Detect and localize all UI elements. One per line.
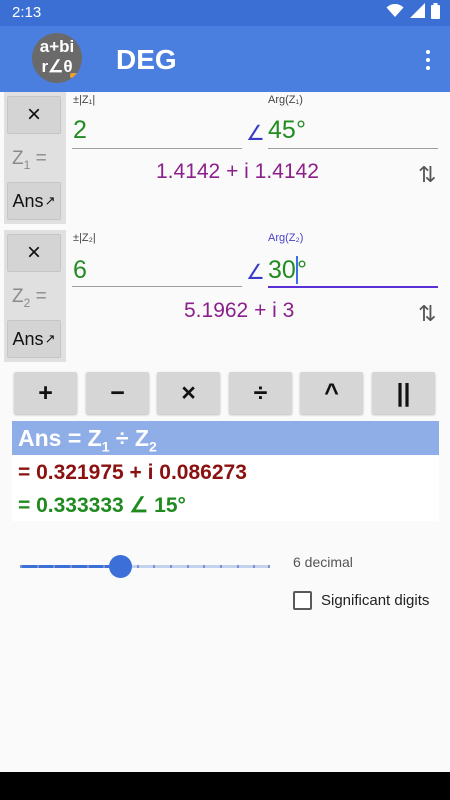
z2-arg-input[interactable]: 30 xyxy=(268,256,296,285)
slider-tick xyxy=(203,565,205,568)
z1-swap-icon[interactable]: ⇅ xyxy=(418,162,436,188)
z1-ans-button[interactable]: Ans ↗ xyxy=(7,182,61,220)
answer-polar: = 0.333333 ∠ 15° xyxy=(18,494,186,517)
angle-mode-title[interactable]: DEG xyxy=(116,44,177,76)
slider-tick xyxy=(53,565,55,568)
z2-modulus-input[interactable]: 6 xyxy=(73,256,87,285)
slider-tick xyxy=(137,565,139,568)
significant-digits-label: Significant digits xyxy=(321,591,430,609)
slider-tick xyxy=(237,565,239,568)
z2-clear-button[interactable]: × xyxy=(7,234,61,272)
logo-accent xyxy=(70,73,82,78)
slider-tick xyxy=(253,565,255,568)
z2-swap-icon[interactable]: ⇅ xyxy=(418,301,436,327)
status-icons xyxy=(386,2,440,24)
z2-label: Z2 = xyxy=(12,286,47,310)
overflow-menu-icon[interactable] xyxy=(418,48,438,72)
slider-tick xyxy=(87,565,89,568)
arrow-up-right-icon: ↗ xyxy=(44,331,56,346)
slider-tick xyxy=(220,565,222,568)
z2-degree-symbol: ° xyxy=(297,256,307,284)
battery-icon xyxy=(431,2,440,24)
status-time: 2:13 xyxy=(12,4,42,21)
significant-digits-checkbox[interactable] xyxy=(293,590,312,610)
answer-panel: = 0.321975 + i 0.086273 = 0.333333 ∠ 15° xyxy=(12,455,439,521)
slider-tick xyxy=(103,565,105,568)
slider-tick xyxy=(37,565,39,568)
answer-header: Ans = Z1 ÷ Z2 xyxy=(12,421,439,455)
divide-button[interactable]: ÷ xyxy=(229,372,292,414)
status-bar: 2:13 xyxy=(0,0,450,26)
z1-modulus-label: ±|Z₁| xyxy=(73,94,96,106)
z2-modulus-label: ±|Z₂| xyxy=(73,232,96,244)
app-logo: a+bi r∠θ xyxy=(32,33,82,83)
arrow-up-right-icon: ↗ xyxy=(44,193,56,208)
multiply-button[interactable]: × xyxy=(157,372,220,414)
z1-rectangular-result: 1.4142 + i 1.4142 xyxy=(156,160,319,183)
z1-label: Z1 = xyxy=(12,148,47,172)
operation-row: + − × ÷ ^ || xyxy=(14,372,436,414)
z2-modulus-underline xyxy=(72,286,242,287)
slider-tick xyxy=(153,565,155,568)
z1-side-panel: × Z1 = Ans ↗ xyxy=(4,92,66,224)
slider-tick xyxy=(70,565,72,568)
precision-label: 6 decimal xyxy=(293,554,353,570)
z1-clear-button[interactable]: × xyxy=(7,96,61,134)
wifi-icon xyxy=(386,3,404,23)
power-button[interactable]: ^ xyxy=(300,372,363,414)
z1-modulus-input[interactable]: 2 xyxy=(73,116,87,145)
slider-tick xyxy=(20,565,22,568)
z2-side-panel: × Z2 = Ans ↗ xyxy=(4,230,66,362)
z1-arg-label: Arg(Z₁) xyxy=(268,94,303,106)
navigation-bar xyxy=(0,772,450,800)
slider-tick xyxy=(187,565,189,568)
significant-digits-option[interactable]: Significant digits xyxy=(293,589,429,611)
slider-thumb[interactable] xyxy=(108,555,132,578)
z2-arg-underline xyxy=(268,286,438,288)
logo-text-top: a+bi xyxy=(39,37,75,56)
modulus-button[interactable]: || xyxy=(372,372,435,414)
z2-angle-icon: ∠ xyxy=(246,261,265,284)
z1-arg-input[interactable]: 45 xyxy=(268,116,296,145)
slider-tick xyxy=(268,565,270,568)
z2-rectangular-result: 5.1962 + i 3 xyxy=(184,299,295,322)
answer-rectangular: = 0.321975 + i 0.086273 xyxy=(18,461,247,484)
subtract-button[interactable]: − xyxy=(86,372,149,414)
app-bar: a+bi r∠θ DEG xyxy=(0,26,450,92)
z2-ans-button[interactable]: Ans ↗ xyxy=(7,320,61,358)
slider-tick xyxy=(170,565,172,568)
signal-icon xyxy=(410,3,425,23)
z1-modulus-underline xyxy=(72,148,242,149)
precision-slider[interactable] xyxy=(20,554,270,580)
z1-angle-icon: ∠ xyxy=(246,122,265,145)
z1-arg-underline xyxy=(268,148,438,149)
z2-arg-label: Arg(Z₂) xyxy=(268,232,304,244)
z1-degree-symbol: ° xyxy=(296,116,306,144)
add-button[interactable]: + xyxy=(14,372,77,414)
